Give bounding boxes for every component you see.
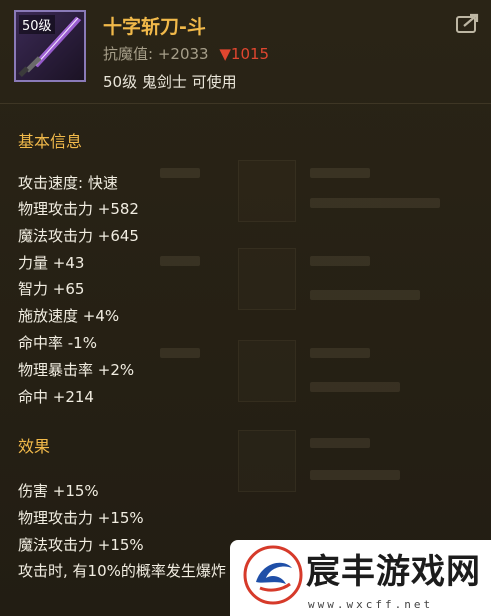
basic-info-title: 基本信息 xyxy=(18,132,83,151)
effect-stat: 物理攻击力 +15% xyxy=(18,509,144,527)
share-icon[interactable] xyxy=(455,12,481,34)
basic-stat: 魔法攻击力 +645 xyxy=(18,227,139,245)
basic-stat: 命中率 -1% xyxy=(18,334,97,352)
tooltip-header: 50级 十字斩刀-斗 抗魔值: +2033 ▼1015 50级 鬼剑士 可使用 xyxy=(0,0,491,100)
basic-stat: 力量 +43 xyxy=(18,254,85,272)
effect-stat: 伤害 +15% xyxy=(18,482,99,500)
basic-stat: 物理暴击率 +2% xyxy=(18,361,135,379)
basic-stat: 攻击速度: 快速 xyxy=(18,174,118,192)
magic-resist-row: 抗魔值: +2033 ▼1015 xyxy=(103,43,269,64)
effect-stat: 魔法攻击力 +15% xyxy=(18,536,144,554)
basic-stat: 命中 +214 xyxy=(18,388,94,406)
site-watermark: 宸丰游戏网 www.wxcff.net xyxy=(230,540,491,616)
basic-stat: 智力 +65 xyxy=(18,280,85,298)
watermark-title: 宸丰游戏网 xyxy=(306,552,481,592)
item-requirement: 50级 鬼剑士 可使用 xyxy=(103,73,237,91)
basic-stat: 施放速度 +4% xyxy=(18,307,120,325)
magic-resist-diff: ▼1015 xyxy=(219,45,270,63)
item-tooltip: 50级 十字斩刀-斗 抗魔值: +2033 ▼1015 50级 鬼剑士 可使用 … xyxy=(0,0,491,616)
effects-title: 效果 xyxy=(18,437,51,456)
watermark-url: www.wxcff.net xyxy=(308,598,434,611)
magic-resist-value: +2033 xyxy=(157,45,209,63)
item-name: 十字斩刀-斗 xyxy=(103,16,206,38)
item-level-badge: 50级 xyxy=(19,15,55,34)
effect-stat: 攻击时, 有10%的概率发生爆炸 xyxy=(18,562,226,580)
watermark-logo-icon xyxy=(243,545,303,605)
basic-stat: 物理攻击力 +582 xyxy=(18,200,139,218)
item-icon[interactable]: 50级 xyxy=(14,10,86,82)
header-divider xyxy=(0,103,491,104)
magic-resist-label: 抗魔值: xyxy=(103,45,154,63)
